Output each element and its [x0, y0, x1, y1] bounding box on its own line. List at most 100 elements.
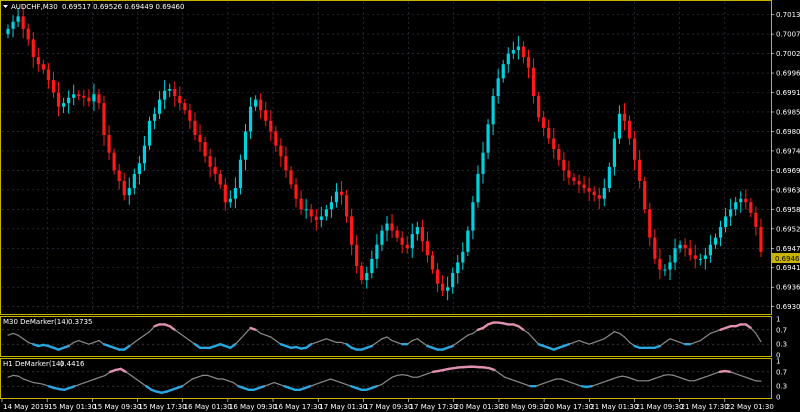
price-tick-label: 0.69470 [776, 245, 800, 253]
time-tick-label: 15 May 01:30 [48, 403, 96, 411]
candle-body [188, 110, 192, 121]
candle-body [112, 152, 116, 171]
candle-body [400, 237, 404, 245]
m30-demarker-label: M30 DeMarker(14) [3, 318, 69, 326]
candle-body [107, 134, 111, 153]
candle-body [51, 80, 56, 93]
candle-body [380, 230, 384, 245]
demarker-segment [365, 344, 374, 349]
candle-body [339, 191, 344, 196]
candle-body [405, 244, 409, 249]
candle-body [56, 92, 61, 107]
candle-body [698, 258, 702, 260]
demarker-segment [175, 385, 184, 390]
price-tick-label: 0.69910 [776, 89, 800, 97]
candle-body [228, 198, 232, 203]
candle-body [446, 287, 450, 291]
candle-body [390, 223, 394, 231]
candle-body [334, 191, 339, 203]
candle-body [289, 170, 293, 185]
candle-body [92, 94, 96, 102]
candle-body [410, 234, 414, 249]
level-label: 0.7 [776, 326, 787, 334]
time-tick-label: 17 May 17:30 [410, 403, 458, 411]
price-tick-label: 0.69635 [776, 186, 800, 194]
candle-body [491, 96, 495, 125]
candle-body [16, 16, 20, 22]
demarker-segment [62, 344, 70, 349]
candle-body [254, 99, 258, 107]
candle-body [415, 227, 419, 235]
time-tick-label: 15 May 09:30 [93, 403, 141, 411]
candle-body [304, 209, 308, 211]
candle-body [168, 88, 172, 91]
demarker-segment [662, 374, 670, 376]
trading-chart[interactable]: AUDCHF,M30 0.69517 0.69526 0.69449 0.694… [0, 0, 800, 412]
candle-body [259, 99, 263, 111]
h1-demarker-label: H1 DeMarker(14) [3, 360, 63, 368]
candle-body [668, 262, 672, 270]
candle-body [531, 67, 536, 97]
candle-body [82, 96, 86, 98]
candle-body [350, 216, 354, 245]
candle-body [622, 113, 627, 121]
candle-body [46, 69, 51, 81]
demarker-segment [562, 343, 571, 348]
candle-body [72, 94, 76, 98]
candle-body [663, 269, 667, 271]
candle-body [729, 209, 733, 217]
candle-body [299, 198, 303, 210]
price-tick-label: 0.70020 [776, 50, 800, 58]
candle-body [526, 57, 531, 68]
time-tick-label: 17 May 01:30 [319, 403, 367, 411]
candle-body [21, 16, 25, 29]
candle-body [723, 216, 728, 228]
price-tick-label: 0.69855 [776, 108, 800, 116]
level-label: 0.7 [776, 368, 787, 376]
time-tick-label: 14 May 2019 [3, 403, 49, 411]
candle-body [198, 134, 202, 143]
candle-body [385, 223, 389, 231]
price-tick-label: 0.69690 [776, 167, 800, 175]
candle-body [243, 131, 248, 160]
level-label: 1 [776, 358, 780, 366]
level-label: 0.3 [776, 341, 787, 349]
candle-body [703, 255, 707, 259]
time-tick-label: 20 May 17:30 [545, 403, 593, 411]
candle-body [648, 209, 652, 238]
candle-body [147, 120, 152, 146]
candle-body [713, 237, 718, 245]
candle-body [501, 64, 505, 79]
m30-demarker-value: 0.3735 [68, 318, 93, 326]
demarker-segment [257, 385, 266, 390]
candle-body [137, 163, 141, 174]
time-tick-label: 17 May 09:30 [364, 403, 412, 411]
time-tick-label: 20 May 09:30 [500, 403, 548, 411]
demarker-segment [12, 374, 19, 377]
candle-body [739, 198, 743, 203]
candle-body [61, 103, 66, 107]
candle-body [365, 273, 369, 281]
candle-body [122, 181, 126, 196]
candle-body [355, 244, 359, 266]
candle-body [683, 244, 687, 249]
candle-body [592, 191, 596, 196]
time-tick-label: 16 May 01:30 [184, 403, 232, 411]
price-axis: 0.70130 0.70075 0.70020 0.69965 0.69910 0.698… [771, 11, 800, 311]
candle-body [294, 184, 298, 199]
candle-body [607, 166, 611, 189]
candle-body [486, 124, 490, 153]
time-tick-label: 20 May 01:30 [455, 403, 503, 411]
candle-body [87, 97, 91, 102]
candle-body [117, 170, 121, 182]
demarker-segment [33, 382, 40, 384]
candle-body [476, 173, 480, 203]
candle-body [31, 39, 35, 58]
price-tick-label: 0.69745 [776, 147, 800, 155]
main-chart-frame [0, 0, 772, 315]
candle-body [132, 173, 136, 189]
candle-body [496, 78, 500, 97]
demarker-segment [585, 385, 594, 389]
h1-axis: 1 0.7 0.3 0 [776, 358, 787, 402]
candle-body [678, 244, 682, 249]
